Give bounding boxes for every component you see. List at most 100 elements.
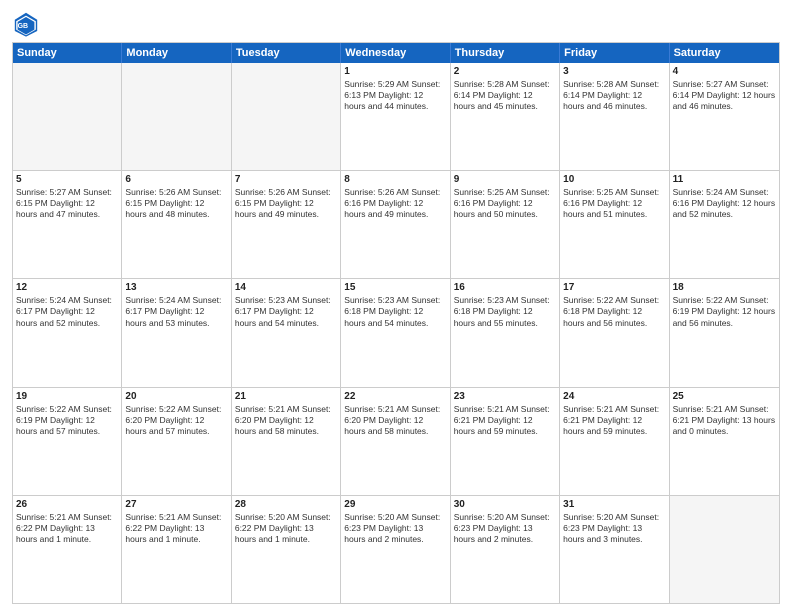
day-number: 3 [563,66,665,77]
day-info: Sunrise: 5:21 AM Sunset: 6:21 PM Dayligh… [454,404,556,437]
day-number: 28 [235,499,337,510]
day-number: 5 [16,174,118,185]
day-info: Sunrise: 5:21 AM Sunset: 6:21 PM Dayligh… [673,404,776,437]
day-info: Sunrise: 5:29 AM Sunset: 6:13 PM Dayligh… [344,79,446,112]
day-info: Sunrise: 5:21 AM Sunset: 6:22 PM Dayligh… [125,512,227,545]
calendar-row-2: 5 Sunrise: 5:27 AM Sunset: 6:15 PM Daylig… [13,170,779,278]
day-info: Sunrise: 5:28 AM Sunset: 6:14 PM Dayligh… [454,79,556,112]
day-info: Sunrise: 5:24 AM Sunset: 6:17 PM Dayligh… [16,295,118,328]
day-cell-11: 11 Sunrise: 5:24 AM Sunset: 6:16 PM Dayli… [670,171,779,278]
day-cell-23: 23 Sunrise: 5:21 AM Sunset: 6:21 PM Dayli… [451,388,560,495]
weekday-header-saturday: Saturday [670,43,779,63]
day-cell-2: 2 Sunrise: 5:28 AM Sunset: 6:14 PM Daylig… [451,63,560,170]
day-number: 10 [563,174,665,185]
day-cell-30: 30Sunrise: 5:20 AM Sunset: 6:23 PM Dayli… [451,496,560,603]
day-number: 9 [454,174,556,185]
day-info: Sunrise: 5:24 AM Sunset: 6:17 PM Dayligh… [125,295,227,328]
day-number: 13 [125,282,227,293]
day-info: Sunrise: 5:21 AM Sunset: 6:21 PM Dayligh… [563,404,665,437]
day-info: Sunrise: 5:23 AM Sunset: 6:17 PM Dayligh… [235,295,337,328]
day-cell-12: 12 Sunrise: 5:24 AM Sunset: 6:17 PM Dayli… [13,279,122,386]
calendar-header: SundayMondayTuesdayWednesdayThursdayFrid… [13,43,779,63]
day-cell-3: 3 Sunrise: 5:28 AM Sunset: 6:14 PM Daylig… [560,63,669,170]
day-number: 24 [563,391,665,402]
day-number: 1 [344,66,446,77]
day-number: 14 [235,282,337,293]
day-cell-24: 24 Sunrise: 5:21 AM Sunset: 6:21 PM Dayli… [560,388,669,495]
day-number: 18 [673,282,776,293]
day-number: 26 [16,499,118,510]
day-info: Sunrise: 5:22 AM Sunset: 6:20 PM Dayligh… [125,404,227,437]
day-cell-14: 14 Sunrise: 5:23 AM Sunset: 6:17 PM Dayli… [232,279,341,386]
logo-icon: GB [12,10,40,38]
day-number: 23 [454,391,556,402]
day-info: Sunrise: 5:22 AM Sunset: 6:18 PM Dayligh… [563,295,665,328]
day-number: 8 [344,174,446,185]
day-number: 4 [673,66,776,77]
day-number: 31 [563,499,665,510]
day-cell-28: 28 Sunrise: 5:20 AM Sunset: 6:22 PM Dayli… [232,496,341,603]
day-number: 25 [673,391,776,402]
day-number: 29 [344,499,446,510]
header: GB [12,10,780,38]
weekday-header-thursday: Thursday [451,43,560,63]
page: GB SundayMondayTuesdayWednesdayThursdayF… [0,0,792,612]
day-cell-empty-0-1 [122,63,231,170]
day-cell-26: 26 Sunrise: 5:21 AM Sunset: 6:22 PM Dayli… [13,496,122,603]
day-cell-29: 29Sunrise: 5:20 AM Sunset: 6:23 PM Dayli… [341,496,450,603]
day-cell-27: 27 Sunrise: 5:21 AM Sunset: 6:22 PM Dayli… [122,496,231,603]
day-cell-16: 16Sunrise: 5:23 AM Sunset: 6:18 PM Dayli… [451,279,560,386]
day-cell-empty-0-0 [13,63,122,170]
day-cell-4: 4 Sunrise: 5:27 AM Sunset: 6:14 PM Daylig… [670,63,779,170]
day-cell-20: 20 Sunrise: 5:22 AM Sunset: 6:20 PM Dayli… [122,388,231,495]
day-number: 16 [454,282,556,293]
day-cell-5: 5 Sunrise: 5:27 AM Sunset: 6:15 PM Daylig… [13,171,122,278]
day-info: Sunrise: 5:26 AM Sunset: 6:15 PM Dayligh… [125,187,227,220]
day-cell-19: 19 Sunrise: 5:22 AM Sunset: 6:19 PM Dayli… [13,388,122,495]
day-info: Sunrise: 5:25 AM Sunset: 6:16 PM Dayligh… [454,187,556,220]
day-info: Sunrise: 5:26 AM Sunset: 6:16 PM Dayligh… [344,187,446,220]
day-info: Sunrise: 5:21 AM Sunset: 6:20 PM Dayligh… [235,404,337,437]
day-number: 21 [235,391,337,402]
calendar-row-5: 26 Sunrise: 5:21 AM Sunset: 6:22 PM Dayli… [13,495,779,603]
day-info: Sunrise: 5:27 AM Sunset: 6:14 PM Dayligh… [673,79,776,112]
day-info: Sunrise: 5:28 AM Sunset: 6:14 PM Dayligh… [563,79,665,112]
day-cell-22: 22Sunrise: 5:21 AM Sunset: 6:20 PM Dayli… [341,388,450,495]
day-cell-21: 21 Sunrise: 5:21 AM Sunset: 6:20 PM Dayli… [232,388,341,495]
day-cell-18: 18Sunrise: 5:22 AM Sunset: 6:19 PM Dayli… [670,279,779,386]
day-number: 7 [235,174,337,185]
day-number: 12 [16,282,118,293]
day-number: 27 [125,499,227,510]
day-cell-8: 8 Sunrise: 5:26 AM Sunset: 6:16 PM Daylig… [341,171,450,278]
logo: GB [12,10,44,38]
day-number: 11 [673,174,776,185]
calendar-row-3: 12 Sunrise: 5:24 AM Sunset: 6:17 PM Dayli… [13,278,779,386]
day-info: Sunrise: 5:22 AM Sunset: 6:19 PM Dayligh… [16,404,118,437]
day-cell-empty-0-2 [232,63,341,170]
day-cell-9: 9 Sunrise: 5:25 AM Sunset: 6:16 PM Daylig… [451,171,560,278]
day-number: 22 [344,391,446,402]
day-info: Sunrise: 5:20 AM Sunset: 6:22 PM Dayligh… [235,512,337,545]
day-cell-7: 7Sunrise: 5:26 AM Sunset: 6:15 PM Daylig… [232,171,341,278]
day-cell-10: 10Sunrise: 5:25 AM Sunset: 6:16 PM Dayli… [560,171,669,278]
day-number: 20 [125,391,227,402]
day-cell-17: 17Sunrise: 5:22 AM Sunset: 6:18 PM Dayli… [560,279,669,386]
day-cell-25: 25 Sunrise: 5:21 AM Sunset: 6:21 PM Dayli… [670,388,779,495]
day-cell-15: 15 Sunrise: 5:23 AM Sunset: 6:18 PM Dayli… [341,279,450,386]
calendar-row-1: 1 Sunrise: 5:29 AM Sunset: 6:13 PM Daylig… [13,63,779,170]
day-cell-31: 31Sunrise: 5:20 AM Sunset: 6:23 PM Dayli… [560,496,669,603]
day-number: 15 [344,282,446,293]
day-info: Sunrise: 5:24 AM Sunset: 6:16 PM Dayligh… [673,187,776,220]
weekday-header-sunday: Sunday [13,43,122,63]
weekday-header-friday: Friday [560,43,669,63]
day-cell-6: 6Sunrise: 5:26 AM Sunset: 6:15 PM Daylig… [122,171,231,278]
day-info: Sunrise: 5:27 AM Sunset: 6:15 PM Dayligh… [16,187,118,220]
day-info: Sunrise: 5:23 AM Sunset: 6:18 PM Dayligh… [344,295,446,328]
day-info: Sunrise: 5:21 AM Sunset: 6:22 PM Dayligh… [16,512,118,545]
day-number: 19 [16,391,118,402]
day-number: 2 [454,66,556,77]
day-info: Sunrise: 5:20 AM Sunset: 6:23 PM Dayligh… [454,512,556,545]
svg-text:GB: GB [18,23,29,30]
calendar-body: 1 Sunrise: 5:29 AM Sunset: 6:13 PM Daylig… [13,63,779,603]
weekday-header-monday: Monday [122,43,231,63]
